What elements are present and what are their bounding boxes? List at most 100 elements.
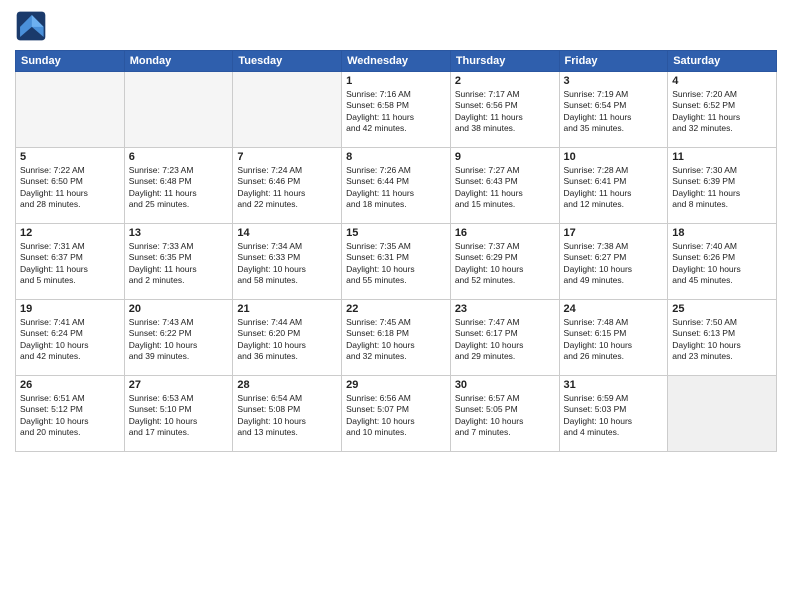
calendar-cell: 30 Sunrise: 6:57 AM Sunset: 5:05 PM Dayli… [450, 376, 559, 452]
calendar-cell: 31 Sunrise: 6:59 AM Sunset: 5:03 PM Dayli… [559, 376, 668, 452]
day-info: Sunrise: 6:59 AM Sunset: 5:03 PM Dayligh… [564, 393, 664, 439]
day-info: Sunrise: 7:45 AM Sunset: 6:18 PM Dayligh… [346, 317, 446, 363]
day-number: 15 [346, 227, 446, 239]
day-info: Sunrise: 7:43 AM Sunset: 6:22 PM Dayligh… [129, 317, 229, 363]
day-info: Sunrise: 7:30 AM Sunset: 6:39 PM Dayligh… [672, 165, 772, 211]
weekday-header-tuesday: Tuesday [233, 51, 342, 72]
day-info: Sunrise: 7:17 AM Sunset: 6:56 PM Dayligh… [455, 89, 555, 135]
calendar-cell: 26 Sunrise: 6:51 AM Sunset: 5:12 PM Dayli… [16, 376, 125, 452]
day-info: Sunrise: 7:47 AM Sunset: 6:17 PM Dayligh… [455, 317, 555, 363]
day-info: Sunrise: 7:31 AM Sunset: 6:37 PM Dayligh… [20, 241, 120, 287]
day-info: Sunrise: 6:54 AM Sunset: 5:08 PM Dayligh… [237, 393, 337, 439]
day-info: Sunrise: 6:51 AM Sunset: 5:12 PM Dayligh… [20, 393, 120, 439]
day-info: Sunrise: 7:38 AM Sunset: 6:27 PM Dayligh… [564, 241, 664, 287]
day-number: 5 [20, 151, 120, 163]
calendar-cell: 1 Sunrise: 7:16 AM Sunset: 6:58 PM Daylig… [342, 72, 451, 148]
day-number: 2 [455, 75, 555, 87]
calendar-cell: 6 Sunrise: 7:23 AM Sunset: 6:48 PM Daylig… [124, 148, 233, 224]
day-number: 22 [346, 303, 446, 315]
calendar-cell [233, 72, 342, 148]
calendar-cell [16, 72, 125, 148]
day-number: 18 [672, 227, 772, 239]
calendar-cell: 27 Sunrise: 6:53 AM Sunset: 5:10 PM Dayli… [124, 376, 233, 452]
day-number: 20 [129, 303, 229, 315]
weekday-header-monday: Monday [124, 51, 233, 72]
day-info: Sunrise: 7:37 AM Sunset: 6:29 PM Dayligh… [455, 241, 555, 287]
calendar-cell: 12 Sunrise: 7:31 AM Sunset: 6:37 PM Dayli… [16, 224, 125, 300]
calendar-cell: 23 Sunrise: 7:47 AM Sunset: 6:17 PM Dayli… [450, 300, 559, 376]
calendar-cell: 17 Sunrise: 7:38 AM Sunset: 6:27 PM Dayli… [559, 224, 668, 300]
weekday-header-thursday: Thursday [450, 51, 559, 72]
day-number: 27 [129, 379, 229, 391]
calendar-cell: 16 Sunrise: 7:37 AM Sunset: 6:29 PM Dayli… [450, 224, 559, 300]
day-info: Sunrise: 7:20 AM Sunset: 6:52 PM Dayligh… [672, 89, 772, 135]
day-number: 19 [20, 303, 120, 315]
day-number: 12 [20, 227, 120, 239]
calendar-cell: 7 Sunrise: 7:24 AM Sunset: 6:46 PM Daylig… [233, 148, 342, 224]
weekday-header-wednesday: Wednesday [342, 51, 451, 72]
day-number: 23 [455, 303, 555, 315]
day-info: Sunrise: 7:26 AM Sunset: 6:44 PM Dayligh… [346, 165, 446, 211]
day-number: 16 [455, 227, 555, 239]
day-info: Sunrise: 7:44 AM Sunset: 6:20 PM Dayligh… [237, 317, 337, 363]
calendar-cell: 15Sunrise: 7:35 AM Sunset: 6:31 PM Dayli… [342, 224, 451, 300]
calendar-cell: 19 Sunrise: 7:41 AM Sunset: 6:24 PM Dayli… [16, 300, 125, 376]
day-number: 8 [346, 151, 446, 163]
weekday-header-sunday: Sunday [16, 51, 125, 72]
day-number: 28 [237, 379, 337, 391]
day-number: 6 [129, 151, 229, 163]
day-number: 29 [346, 379, 446, 391]
calendar-cell: 3Sunrise: 7:19 AM Sunset: 6:54 PM Daylig… [559, 72, 668, 148]
day-number: 26 [20, 379, 120, 391]
calendar-cell: 18Sunrise: 7:40 AM Sunset: 6:26 PM Dayli… [668, 224, 777, 300]
day-number: 9 [455, 151, 555, 163]
day-number: 24 [564, 303, 664, 315]
day-number: 25 [672, 303, 772, 315]
calendar-cell: 24 Sunrise: 7:48 AM Sunset: 6:15 PM Dayli… [559, 300, 668, 376]
day-number: 14 [237, 227, 337, 239]
day-number: 13 [129, 227, 229, 239]
day-info: Sunrise: 7:16 AM Sunset: 6:58 PM Dayligh… [346, 89, 446, 135]
calendar-cell: 13 Sunrise: 7:33 AM Sunset: 6:35 PM Dayli… [124, 224, 233, 300]
calendar-cell: 8 Sunrise: 7:26 AM Sunset: 6:44 PM Daylig… [342, 148, 451, 224]
day-info: Sunrise: 7:41 AM Sunset: 6:24 PM Dayligh… [20, 317, 120, 363]
calendar-cell [668, 376, 777, 452]
day-info: Sunrise: 7:28 AM Sunset: 6:41 PM Dayligh… [564, 165, 664, 211]
calendar-cell: 20 Sunrise: 7:43 AM Sunset: 6:22 PM Dayli… [124, 300, 233, 376]
calendar-cell: 11 Sunrise: 7:30 AM Sunset: 6:39 PM Dayli… [668, 148, 777, 224]
day-info: Sunrise: 6:57 AM Sunset: 5:05 PM Dayligh… [455, 393, 555, 439]
day-number: 30 [455, 379, 555, 391]
day-number: 31 [564, 379, 664, 391]
day-info: Sunrise: 7:27 AM Sunset: 6:43 PM Dayligh… [455, 165, 555, 211]
day-info: Sunrise: 7:22 AM Sunset: 6:50 PM Dayligh… [20, 165, 120, 211]
day-number: 21 [237, 303, 337, 315]
day-number: 4 [672, 75, 772, 87]
day-number: 17 [564, 227, 664, 239]
day-info: Sunrise: 7:23 AM Sunset: 6:48 PM Dayligh… [129, 165, 229, 211]
calendar: SundayMondayTuesdayWednesdayThursdayFrid… [15, 50, 777, 452]
day-info: Sunrise: 7:34 AM Sunset: 6:33 PM Dayligh… [237, 241, 337, 287]
calendar-cell: 29 Sunrise: 6:56 AM Sunset: 5:07 PM Dayli… [342, 376, 451, 452]
calendar-cell: 14 Sunrise: 7:34 AM Sunset: 6:33 PM Dayli… [233, 224, 342, 300]
day-info: Sunrise: 6:53 AM Sunset: 5:10 PM Dayligh… [129, 393, 229, 439]
weekday-header-friday: Friday [559, 51, 668, 72]
day-info: Sunrise: 6:56 AM Sunset: 5:07 PM Dayligh… [346, 393, 446, 439]
calendar-cell: 10Sunrise: 7:28 AM Sunset: 6:41 PM Dayli… [559, 148, 668, 224]
day-info: Sunrise: 7:24 AM Sunset: 6:46 PM Dayligh… [237, 165, 337, 211]
calendar-cell: 5 Sunrise: 7:22 AM Sunset: 6:50 PM Daylig… [16, 148, 125, 224]
calendar-cell: 4 Sunrise: 7:20 AM Sunset: 6:52 PM Daylig… [668, 72, 777, 148]
calendar-cell: 9 Sunrise: 7:27 AM Sunset: 6:43 PM Daylig… [450, 148, 559, 224]
day-info: Sunrise: 7:48 AM Sunset: 6:15 PM Dayligh… [564, 317, 664, 363]
weekday-header-saturday: Saturday [668, 51, 777, 72]
generalblue-logo-icon [15, 10, 47, 42]
calendar-cell: 2 Sunrise: 7:17 AM Sunset: 6:56 PM Daylig… [450, 72, 559, 148]
logo [15, 10, 51, 42]
day-number: 7 [237, 151, 337, 163]
day-info: Sunrise: 7:33 AM Sunset: 6:35 PM Dayligh… [129, 241, 229, 287]
calendar-cell: 28 Sunrise: 6:54 AM Sunset: 5:08 PM Dayli… [233, 376, 342, 452]
calendar-cell: 21 Sunrise: 7:44 AM Sunset: 6:20 PM Dayli… [233, 300, 342, 376]
day-number: 3 [564, 75, 664, 87]
day-number: 11 [672, 151, 772, 163]
day-number: 1 [346, 75, 446, 87]
calendar-cell: 22 Sunrise: 7:45 AM Sunset: 6:18 PM Dayli… [342, 300, 451, 376]
